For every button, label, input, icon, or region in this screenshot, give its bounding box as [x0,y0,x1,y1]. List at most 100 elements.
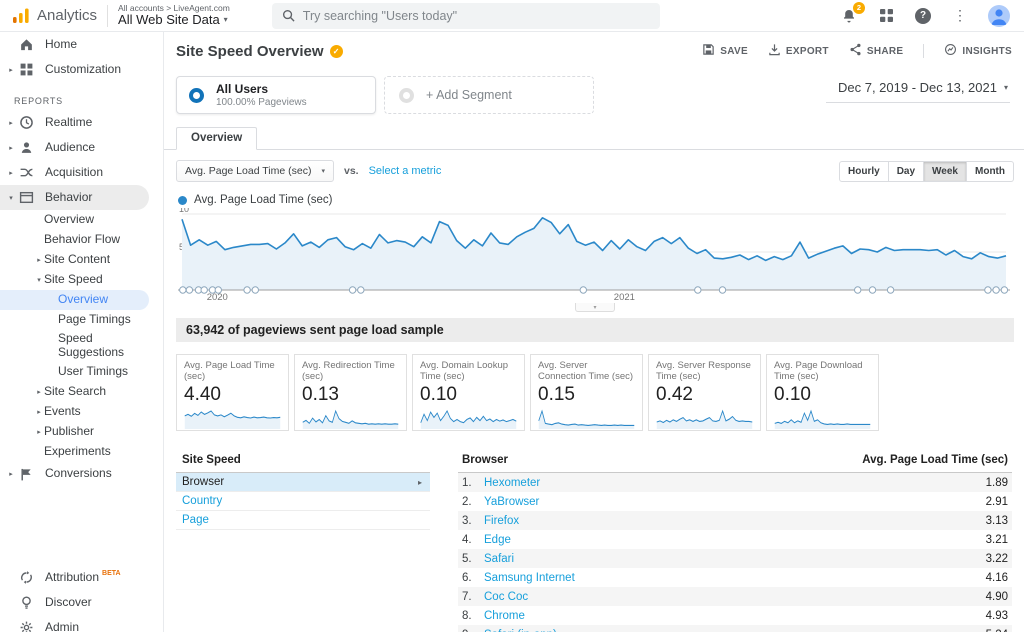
timeseries-chart[interactable]: 51020202021 [176,208,1014,305]
sidebar-item-overview[interactable]: Overview [0,210,163,230]
browser-link[interactable]: Safari (in-app) [484,629,557,632]
chevron-right-icon[interactable]: ▸ [6,169,16,177]
granularity-week[interactable]: Week [924,161,967,182]
sidebar-item-page-timings[interactable]: Page Timings [0,310,163,330]
granularity-day[interactable]: Day [889,161,924,182]
chevron-down-icon[interactable]: ▾ [34,276,44,284]
value-col-header[interactable]: Avg. Page Load Time (sec) [862,454,1008,466]
granularity-hourly[interactable]: Hourly [839,161,889,182]
annotations-expander[interactable]: ▾ [575,303,615,312]
sidebar-item-conversions[interactable]: ▸Conversions [0,462,163,487]
sidebar-item-site-search[interactable]: ▸Site Search [0,382,163,402]
chevron-right-icon[interactable]: ▸ [6,470,16,478]
sidebar-item-experiments[interactable]: Experiments [0,442,163,462]
person-icon [19,140,34,155]
chevron-right-icon[interactable]: ▸ [34,388,44,396]
sidebar-item-label: Admin [45,621,79,632]
metric-card-avg-page-download-time-sec[interactable]: Avg. Page Download Time (sec)0.10 [766,354,879,431]
svg-text:2020: 2020 [207,292,228,300]
browser-col-header[interactable]: Browser [462,454,508,466]
sidebar-item-admin[interactable]: Admin [0,615,163,632]
browser-link[interactable]: Firefox [484,515,519,527]
dimension-table-header: Site Speed [176,451,430,473]
share-button[interactable]: SHARE [849,43,904,59]
browser-link[interactable]: Coc Coc [484,591,528,603]
sidebar-item-attribution[interactable]: AttributionBETA [0,565,163,590]
insights-button[interactable]: INSIGHTS [944,43,1012,59]
add-segment-button[interactable]: + Add Segment [384,76,594,114]
date-range-value: Dec 7, 2019 - Dec 13, 2021 [838,80,997,95]
apps-grid-button[interactable] [877,7,895,25]
chevron-right-icon[interactable]: ▸ [6,144,16,152]
chevron-right-icon[interactable]: ▸ [6,119,16,127]
metric-card-label: Avg. Redirection Time (sec) [302,360,399,383]
browser-link[interactable]: Hexometer [484,477,540,489]
notifications-button[interactable]: 2 [840,7,858,25]
sidebar-item-events[interactable]: ▸Events [0,402,163,422]
dimension-row-page[interactable]: Page [176,511,430,530]
user-avatar[interactable] [988,5,1010,27]
metric-card-value: 0.13 [302,384,399,406]
sidebar-item-discover[interactable]: Discover [0,590,163,615]
property-selector[interactable]: All Web Site Data ▾ [118,13,230,27]
sidebar-item-realtime[interactable]: ▸Realtime [0,110,163,135]
browser-link[interactable]: Chrome [484,610,525,622]
sidebar-item-acquisition[interactable]: ▸ Acquisition [0,160,163,185]
sidebar-item-behavior-flow[interactable]: Behavior Flow [0,230,163,250]
sidebar-section-label: REPORTS [14,96,163,106]
row-value: 3.22 [986,553,1008,565]
sidebar-item-site-content[interactable]: ▸Site Content [0,250,163,270]
overflow-menu-button[interactable]: ⋮ [951,7,969,25]
sidebar-item-home[interactable]: Home [0,32,163,57]
sidebar-item-speed-suggestions[interactable]: Speed Suggestions [0,330,163,362]
date-range-selector[interactable]: Dec 7, 2019 - Dec 13, 2021 ▾ [826,80,1010,103]
sidebar-item-label: Acquisition [45,166,103,180]
dimension-row-browser[interactable]: Browser▸ [176,473,430,492]
sidebar-item-site-speed[interactable]: ▾Site Speed [0,270,163,290]
granularity-month[interactable]: Month [967,161,1014,182]
browser-link[interactable]: Safari [484,553,514,565]
tab-overview[interactable]: Overview [176,127,257,150]
browser-link[interactable]: Edge [484,534,511,546]
sidebar-item-customization[interactable]: ▸Customization [0,57,163,82]
chevron-right-icon[interactable]: ▸ [34,408,44,416]
search-bar[interactable] [272,3,660,29]
metric-card-avg-server-response-time-sec[interactable]: Avg. Server Response Time (sec)0.42 [648,354,761,431]
chevron-right-icon[interactable]: ▸ [34,256,44,264]
chevron-down-icon: ▾ [593,304,596,311]
save-button[interactable]: SAVE [702,43,748,59]
sidebar-item-overview[interactable]: Overview [0,290,149,310]
analytics-logo[interactable]: Analytics [0,7,107,24]
dimension-row-country[interactable]: Country [176,492,430,511]
metric-card-sparkline [656,408,753,430]
sidebar-item-label: Behavior Flow [44,233,120,247]
vs-label: vs. [344,165,359,177]
page-title: Site Speed Overview ✓ [176,43,343,60]
metric-card-avg-server-connection-time-sec[interactable]: Avg. Server Connection Time (sec)0.15 [530,354,643,431]
sidebar-item-publisher[interactable]: ▸Publisher [0,422,163,442]
sidebar-item-audience[interactable]: ▸Audience [0,135,163,160]
browser-link[interactable]: Samsung Internet [484,572,575,584]
search-input[interactable] [303,9,650,23]
metric-card-avg-redirection-time-sec[interactable]: Avg. Redirection Time (sec)0.13 [294,354,407,431]
help-button[interactable]: ? [914,7,932,25]
metric-dropdown[interactable]: Avg. Page Load Time (sec) ▾ [176,160,334,182]
segment-label: All Users [216,82,307,96]
browser-link[interactable]: YaBrowser [484,496,539,508]
sidebar-item-behavior[interactable]: ▾ Behavior [0,185,149,210]
select-metric-link[interactable]: Select a metric [369,165,442,177]
row-value: 4.90 [986,591,1008,603]
chevron-right-icon[interactable]: ▸ [6,66,16,74]
metric-card-avg-page-load-time-sec[interactable]: Avg. Page Load Time (sec)4.40 [176,354,289,431]
chevron-right-icon[interactable]: ▸ [34,428,44,436]
segment-all-users[interactable]: All Users 100.00% Pageviews [176,76,376,114]
metric-card-sparkline [774,408,871,430]
metric-card-avg-domain-lookup-time-sec[interactable]: Avg. Domain Lookup Time (sec)0.10 [412,354,525,431]
browser-table: Browser Avg. Page Load Time (sec) 1.Hexo… [458,451,1014,632]
sidebar-item-user-timings[interactable]: User Timings [0,362,163,382]
export-button[interactable]: EXPORT [768,43,829,59]
segment-builder: All Users 100.00% Pageviews + Add Segmen… [164,70,1024,126]
metric-card-label: Avg. Page Load Time (sec) [184,360,281,383]
chevron-down-icon[interactable]: ▾ [6,194,16,202]
sidebar-item-label: Behavior [45,191,92,205]
